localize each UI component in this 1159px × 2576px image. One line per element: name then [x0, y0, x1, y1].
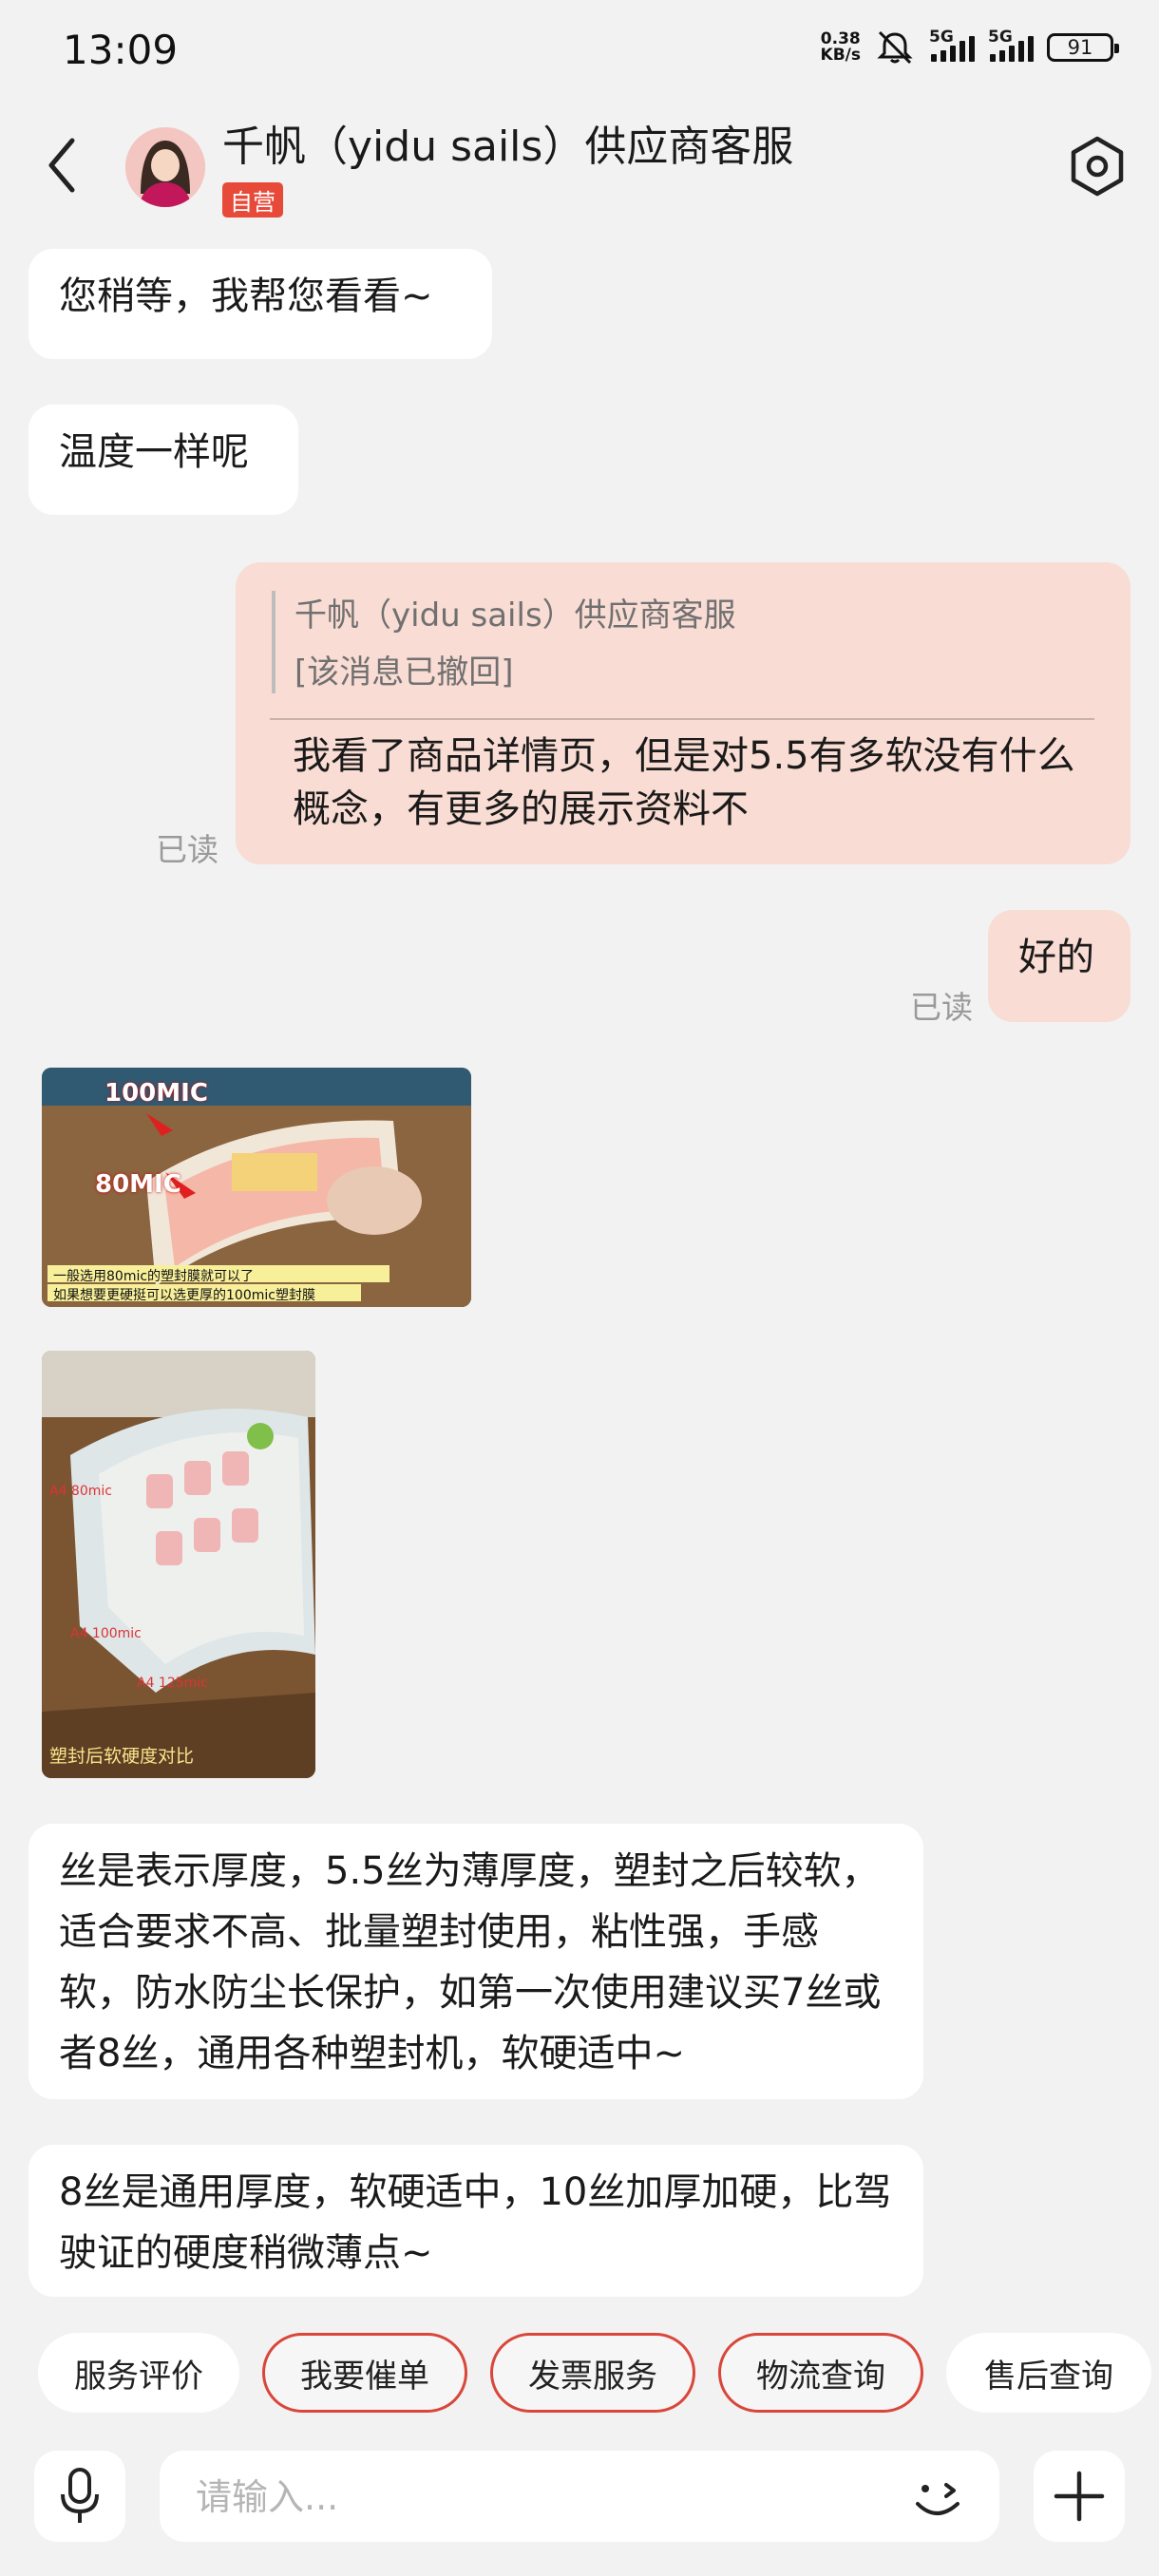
message-bubble-received: 8丝是通用厚度，软硬适中，10丝加厚加硬，比驾驶证的硬度稍微薄点~	[28, 2145, 923, 2297]
signal-sim2-icon: 5G	[988, 28, 1034, 62]
status-icons: 0.38 KB/s 5G 5G 91	[821, 28, 1119, 66]
emoji-button[interactable]	[904, 2464, 971, 2530]
message-input-container	[160, 2451, 999, 2544]
logistics-query-button[interactable]: 物流查询	[718, 2333, 923, 2413]
network-speed-unit: KB/s	[820, 46, 861, 65]
network-speed: 0.38 KB/s	[821, 31, 861, 64]
plus-icon	[1054, 2471, 1105, 2522]
image-label: A4 80mic	[49, 1484, 112, 1499]
battery-icon: 91	[1047, 33, 1119, 62]
self-operated-badge: 自营	[222, 182, 283, 218]
message-bubble-sent-quoted: 千帆（yidu sails）供应商客服 [该消息已撤回] 我看了商品详情页，但是…	[236, 562, 1130, 864]
message-bubble-received: 您稍等，我帮您看看~	[28, 249, 492, 359]
invoice-service-button[interactable]: 发票服务	[490, 2333, 695, 2413]
sim1-label: 5G	[929, 28, 954, 47]
voice-input-button[interactable]	[34, 2451, 125, 2542]
reply-text: 我看了商品详情页，但是对5.5有多软没有什么概念，有更多的展示资料不	[293, 734, 1075, 831]
after-sales-query-button[interactable]: 售后查询	[946, 2333, 1151, 2413]
sim2-label: 5G	[988, 28, 1013, 47]
quoted-text: [该消息已撤回]	[294, 653, 514, 691]
read-status: 已读	[156, 831, 218, 868]
message-bubble-sent: 好的	[988, 910, 1130, 1022]
image-caption: 如果想要更硬挺可以选更厚的100mic塑封膜	[53, 1288, 315, 1303]
quoted-sender: 千帆（yidu sails）供应商客服	[294, 597, 736, 635]
back-button[interactable]	[38, 135, 91, 196]
product-image-1[interactable]: 100MIC 80MIC 一般选用80mic的塑封膜就可以了 如果想要更硬挺可以…	[42, 1068, 471, 1307]
urge-order-button[interactable]: 我要催单	[262, 2333, 467, 2413]
message-input[interactable]	[194, 2451, 863, 2544]
image-label: 100MIC	[104, 1079, 208, 1108]
settings-button[interactable]	[1064, 133, 1130, 199]
image-caption: 一般选用80mic的塑封膜就可以了	[53, 1269, 255, 1284]
status-time: 13:09	[63, 27, 179, 73]
signal-sim1-icon: 5G	[929, 28, 975, 62]
message-bubble-received: 丝是表示厚度，5.5丝为薄厚度，塑封之后较软，适合要求不高、批量塑封使用，粘性强…	[28, 1824, 923, 2099]
avatar[interactable]	[125, 127, 205, 207]
read-status: 已读	[910, 989, 973, 1026]
chat-title: 千帆（yidu sails）供应商客服	[222, 123, 794, 171]
service-rating-button[interactable]: 服务评价	[38, 2333, 239, 2413]
message-bubble-received: 温度一样呢	[28, 405, 298, 515]
quote-bar	[272, 591, 276, 693]
image-caption: 塑封后软硬度对比	[49, 1746, 195, 1767]
avatar-icon	[125, 127, 205, 207]
image-label: 80MIC	[95, 1170, 181, 1199]
image-label: A4 100mic	[70, 1626, 142, 1641]
product-image-2[interactable]: A4 80mic A4 100mic A4 125mic 塑封后软硬度对比	[42, 1351, 315, 1778]
mute-bell-icon	[877, 30, 913, 65]
more-options-button[interactable]	[1034, 2451, 1125, 2542]
quick-actions-bar: 服务评价 我要催单 发票服务 物流查询 售后查询	[0, 2333, 1159, 2420]
microphone-icon	[61, 2468, 99, 2523]
quote-divider	[270, 718, 1094, 720]
image-label: A4 125mic	[137, 1676, 208, 1691]
